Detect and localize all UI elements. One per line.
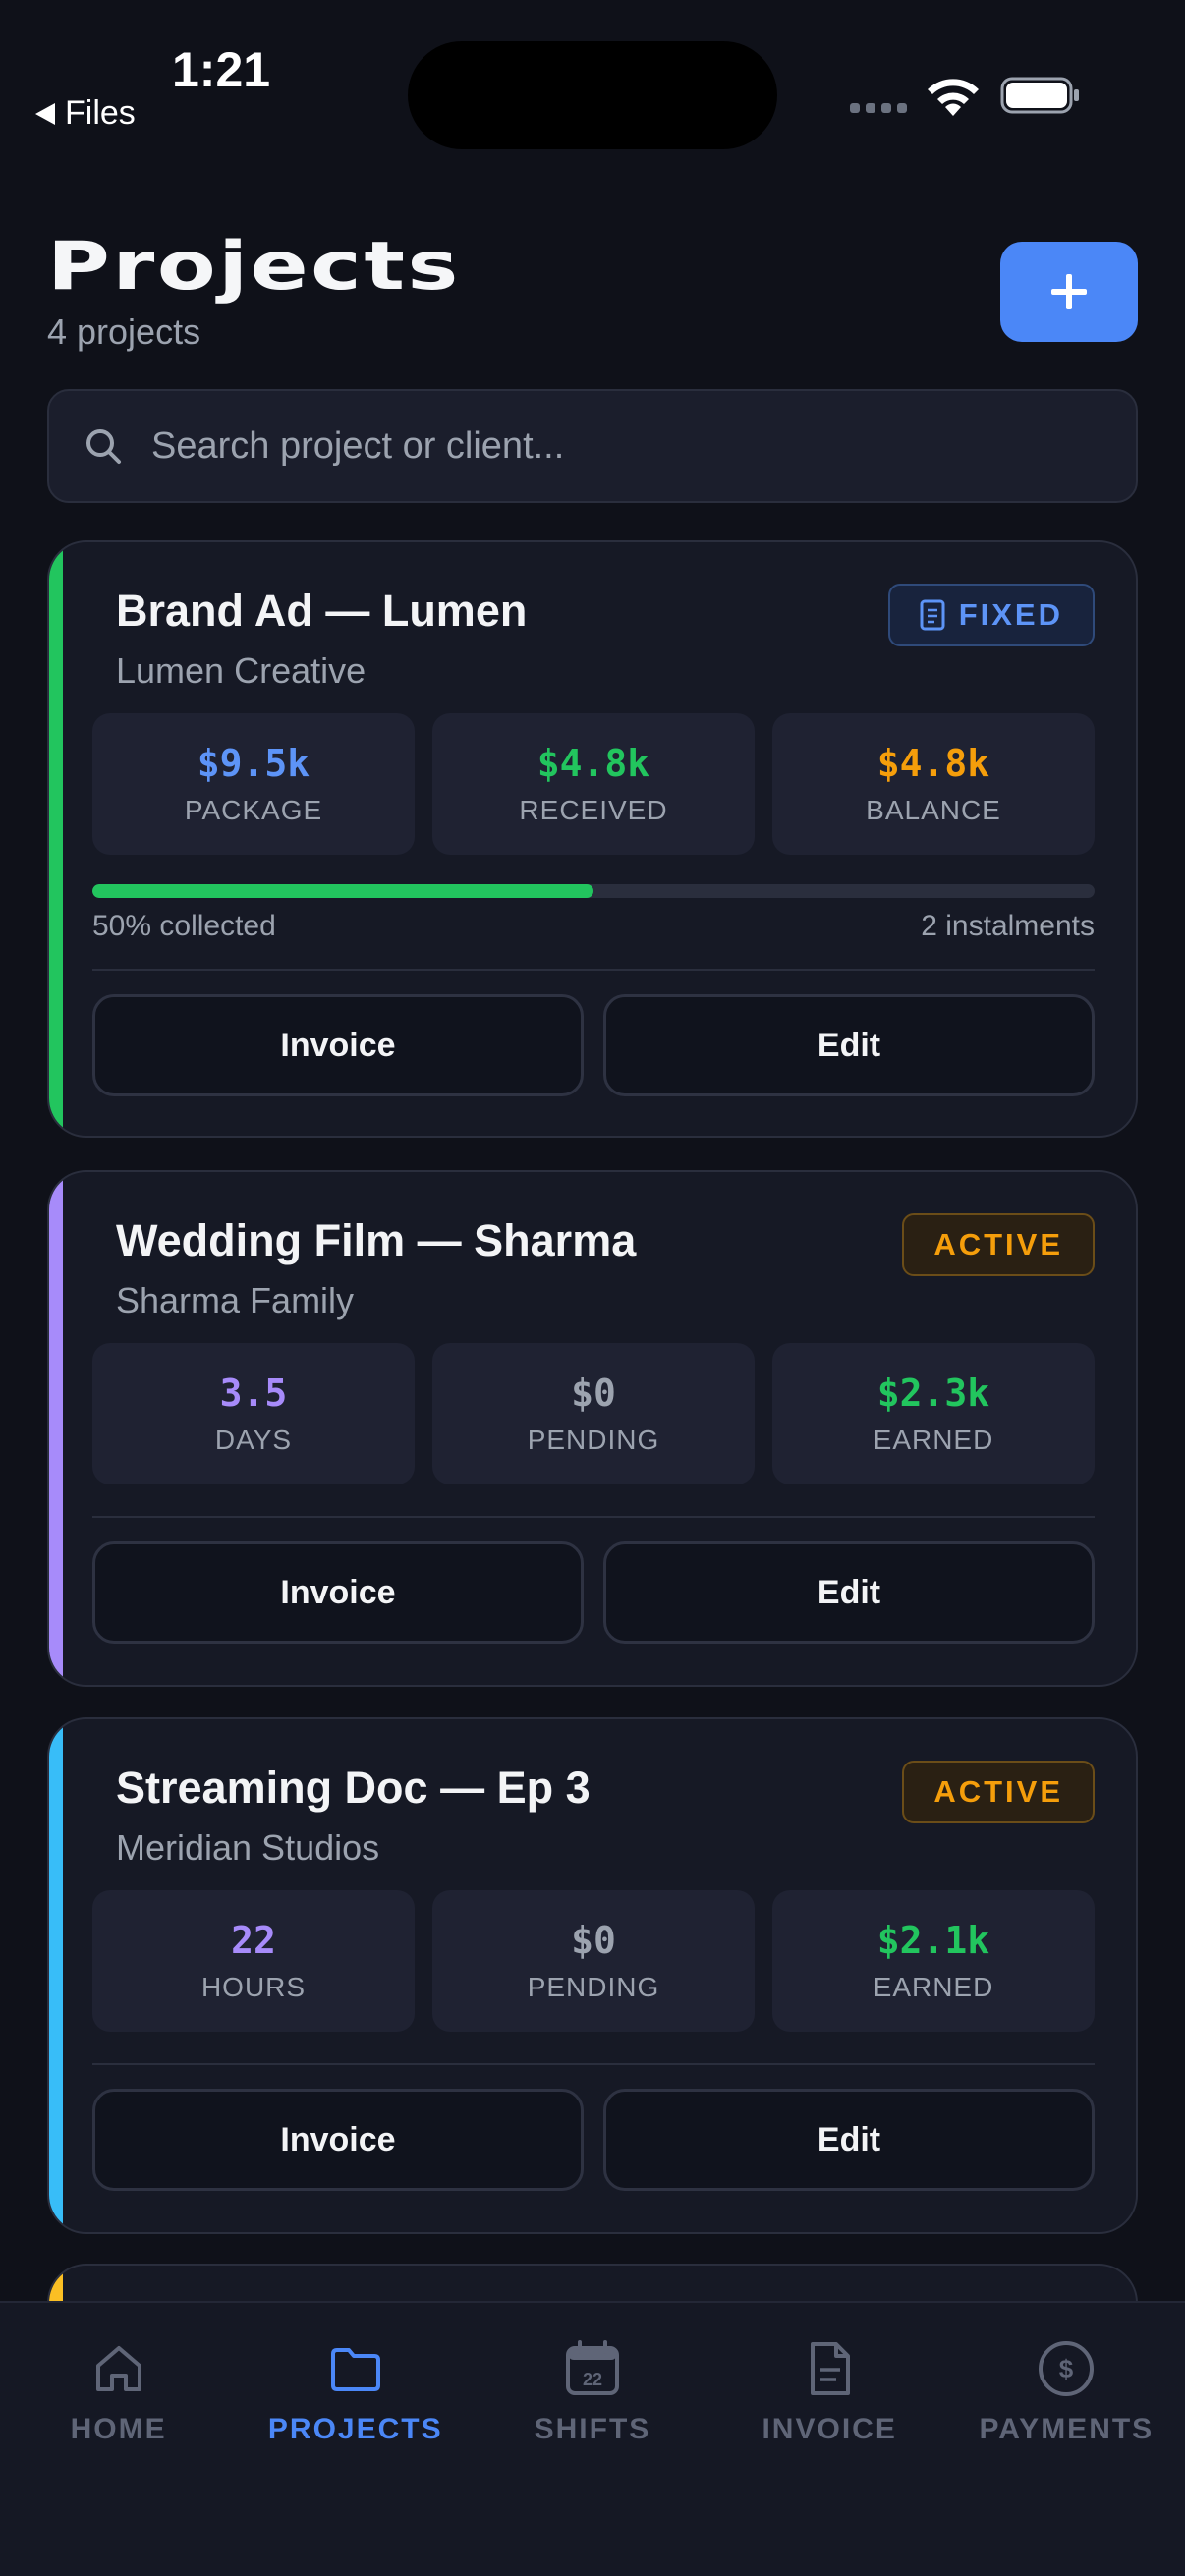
edit-button[interactable]: Edit <box>603 1541 1095 1644</box>
stat-label: DAYS <box>214 1425 293 1455</box>
tab-label: PAYMENTS <box>979 2413 1155 2445</box>
card-divider <box>92 969 1095 971</box>
collection-progress-bar <box>92 884 1095 898</box>
cellular-signal-icon <box>850 103 907 113</box>
status-badge: ACTIVE <box>902 1213 1095 1276</box>
calendar-icon: 22 <box>565 2340 619 2395</box>
collection-progress-fill <box>92 884 593 898</box>
plus-icon <box>1051 274 1087 309</box>
stat-label: HOURS <box>200 1972 307 2002</box>
wifi-icon <box>928 79 979 116</box>
stats-row: 22 HOURS $0 PENDING $2.1k EARNED <box>92 1890 1095 2032</box>
dollar-circle-icon: $ <box>1039 2341 1095 2396</box>
project-client: Sharma Family <box>116 1280 355 1320</box>
stat-label: PENDING <box>527 1972 660 2002</box>
tab-payments[interactable]: $ PAYMENTS <box>948 2303 1185 2576</box>
stats-row: 3.5 DAYS $0 PENDING $2.3k EARNED <box>92 1343 1095 1484</box>
stat-hours: 22 HOURS <box>92 1890 415 2032</box>
project-count: 4 projects <box>47 311 201 352</box>
project-title: Streaming Doc — Ep 3 <box>116 1763 591 1813</box>
project-card[interactable]: Brand Ad — Lumen Lumen Creative FIXED $9… <box>47 540 1138 1138</box>
project-title: Wedding Film — Sharma <box>116 1215 637 1265</box>
stat-value: $0 <box>571 1372 616 1415</box>
calendar-day: 22 <box>583 2370 602 2389</box>
card-actions: Invoice Edit <box>92 994 1095 1096</box>
svg-text:$: $ <box>1059 2354 1074 2383</box>
tab-home[interactable]: HOME <box>0 2303 237 2576</box>
project-title: Brand Ad — Lumen <box>116 586 528 636</box>
search-bar[interactable] <box>47 389 1138 503</box>
stats-row: $9.5k PACKAGE $4.8k RECEIVED $4.8k BALAN… <box>92 713 1095 855</box>
stat-value: $4.8k <box>536 742 650 785</box>
document-icon <box>811 2342 851 2395</box>
tab-shifts[interactable]: 22 SHIFTS <box>474 2303 710 2576</box>
back-to-files-link[interactable]: Files <box>35 94 136 133</box>
status-badge: ACTIVE <box>902 1761 1095 1823</box>
edit-button[interactable]: Edit <box>603 994 1095 1096</box>
stat-value: $0 <box>571 1919 616 1962</box>
stat-label: BALANCE <box>866 795 1001 825</box>
stat-label: PENDING <box>527 1425 660 1455</box>
tab-projects[interactable]: PROJECTS <box>237 2303 474 2576</box>
search-input[interactable] <box>151 424 1036 468</box>
tab-label: SHIFTS <box>534 2413 651 2445</box>
stat-package: $9.5k PACKAGE <box>92 713 415 855</box>
stat-value: $2.1k <box>876 1919 990 1962</box>
stat-pending: $0 PENDING <box>432 1343 755 1484</box>
status-badge: FIXED <box>887 584 1095 646</box>
tab-label: PROJECTS <box>267 2413 443 2445</box>
back-arrow-icon <box>35 102 55 125</box>
stat-received: $4.8k RECEIVED <box>432 713 755 855</box>
instalment-count: 2 instalments <box>921 910 1095 942</box>
invoice-button[interactable]: Invoice <box>92 994 584 1096</box>
add-project-button[interactable] <box>1000 242 1138 342</box>
page-title: Projects <box>47 228 461 306</box>
status-bar: 1:21 Files <box>0 0 1185 157</box>
card-accent-bar <box>49 542 63 1136</box>
invoice-button[interactable]: Invoice <box>92 1541 584 1644</box>
stat-value: $9.5k <box>197 742 310 785</box>
stat-value: 3.5 <box>219 1372 288 1415</box>
card-accent-bar <box>49 1172 63 1685</box>
card-divider <box>92 2063 1095 2065</box>
edit-button[interactable]: Edit <box>603 2089 1095 2191</box>
project-client: Meridian Studios <box>116 1827 380 1868</box>
battery-icon <box>1000 77 1079 114</box>
tab-label: HOME <box>70 2413 167 2445</box>
stat-label: EARNED <box>873 1425 994 1455</box>
stat-earned: $2.3k EARNED <box>772 1343 1095 1484</box>
stat-days: 3.5 DAYS <box>92 1343 415 1484</box>
stat-value: 22 <box>231 1919 276 1962</box>
stat-label: RECEIVED <box>519 795 668 825</box>
bottom-tab-bar: HOME PROJECTS 22 SHIFTS INVOICE $ PAYMEN… <box>0 2301 1185 2576</box>
document-icon <box>920 599 945 631</box>
stat-value: $2.3k <box>876 1372 990 1415</box>
folder-icon <box>330 2348 380 2391</box>
dynamic-island <box>408 41 777 149</box>
project-card[interactable]: Wedding Film — Sharma Sharma Family ACTI… <box>47 1170 1138 1687</box>
stat-balance: $4.8k BALANCE <box>772 713 1095 855</box>
search-icon <box>86 429 121 464</box>
invoice-button[interactable]: Invoice <box>92 2089 584 2191</box>
card-actions: Invoice Edit <box>92 2089 1095 2191</box>
stat-earned: $2.1k EARNED <box>772 1890 1095 2032</box>
tab-invoice[interactable]: INVOICE <box>711 2303 948 2576</box>
stat-value: $4.8k <box>876 742 990 785</box>
status-time: 1:21 <box>172 42 271 97</box>
back-link-label: Files <box>65 94 136 132</box>
project-card[interactable]: Streaming Doc — Ep 3 Meridian Studios AC… <box>47 1717 1138 2234</box>
home-icon <box>95 2346 141 2391</box>
status-badge-label: FIXED <box>958 597 1063 632</box>
stat-pending: $0 PENDING <box>432 1890 755 2032</box>
tab-label: INVOICE <box>762 2413 897 2445</box>
stat-label: EARNED <box>873 1972 994 2002</box>
card-divider <box>92 1516 1095 1518</box>
project-client: Lumen Creative <box>116 650 367 691</box>
collected-percent: 50% collected <box>92 910 276 942</box>
card-actions: Invoice Edit <box>92 1541 1095 1644</box>
stat-label: PACKAGE <box>184 795 323 825</box>
card-accent-bar <box>49 1719 63 2232</box>
